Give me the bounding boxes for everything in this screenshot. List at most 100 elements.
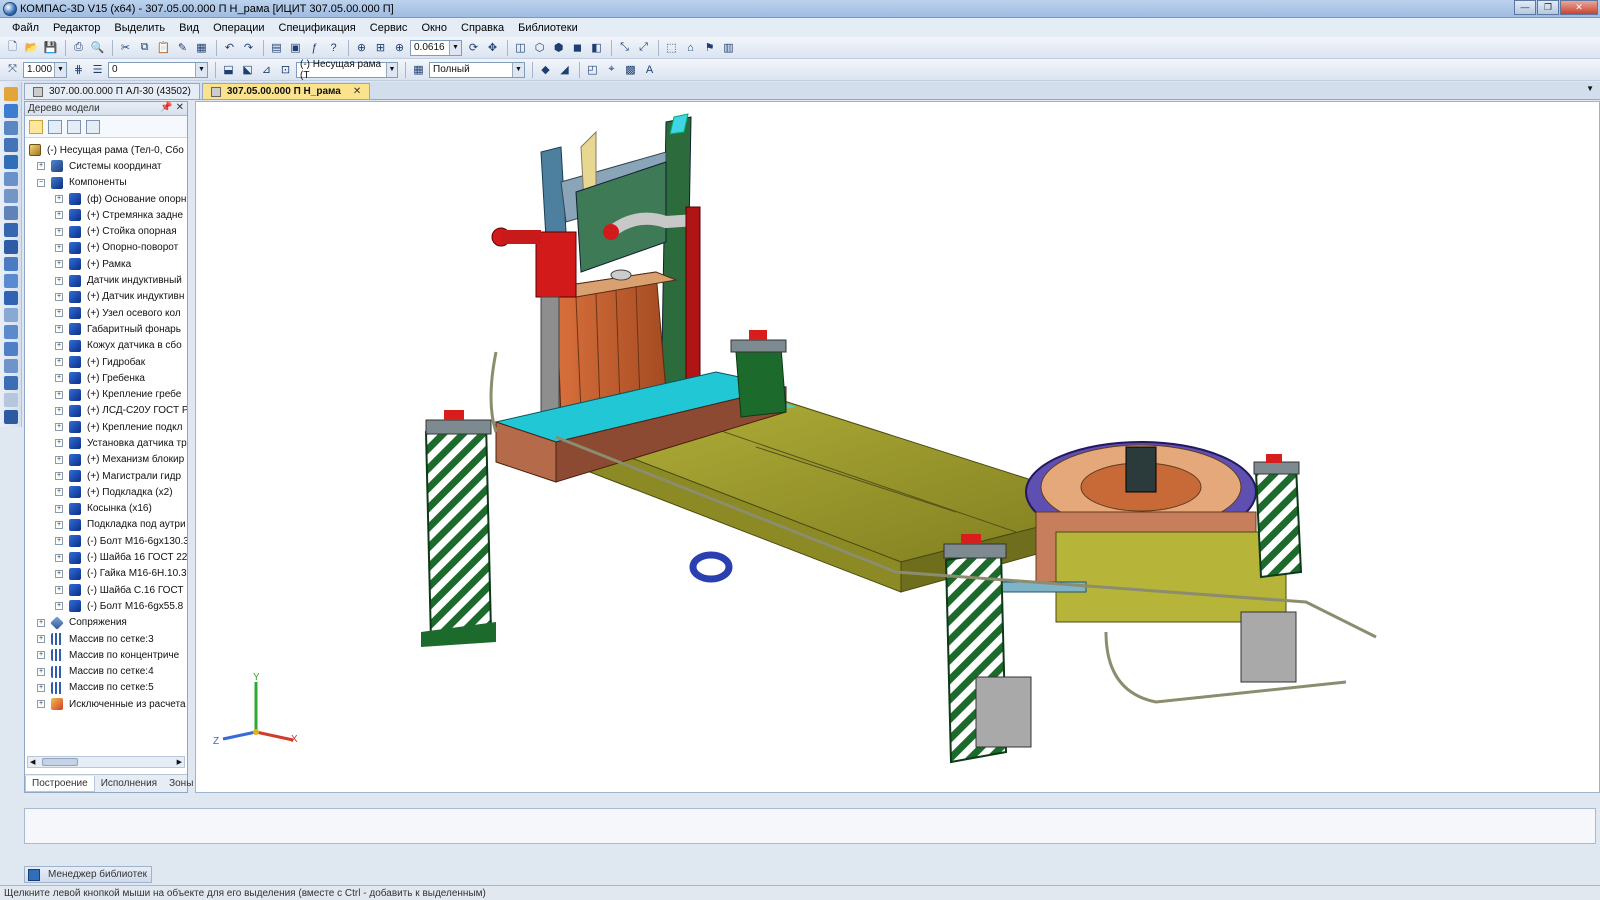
menu-help[interactable]: Справка: [461, 22, 504, 34]
tree-item[interactable]: + Подкладка под аутри: [25, 517, 187, 533]
expand-icon[interactable]: +: [55, 602, 63, 611]
expand-icon[interactable]: +: [55, 243, 63, 252]
diagnostics-icon[interactable]: [3, 206, 18, 220]
reports-icon[interactable]: [3, 257, 18, 271]
display-mode-combo[interactable]: Полный ▼: [429, 61, 525, 78]
perspective-icon[interactable]: ⤡: [616, 39, 633, 56]
expand-icon[interactable]: +: [55, 276, 63, 285]
expand-icon[interactable]: +: [55, 423, 63, 432]
preview-icon[interactable]: 🔍: [89, 39, 106, 56]
tree-item[interactable]: + (-) Шайба С.16 ГОСТ: [25, 582, 187, 598]
zoom-fit-icon[interactable]: ⊞: [372, 39, 389, 56]
show-history-icon[interactable]: [86, 119, 100, 134]
layer-icon[interactable]: ☰: [89, 61, 106, 78]
menu-view[interactable]: Вид: [179, 22, 199, 34]
kompas-app-icon[interactable]: [3, 1, 17, 16]
3d-viewport[interactable]: Y X Z: [195, 101, 1600, 793]
expand-icon[interactable]: +: [55, 406, 63, 415]
paste-icon[interactable]: 📋: [155, 39, 172, 56]
pan-icon[interactable]: ✥: [484, 39, 501, 56]
expand-icon[interactable]: +: [55, 439, 63, 448]
zoom-window-icon[interactable]: ⊕: [353, 39, 370, 56]
open-icon[interactable]: 📂: [23, 39, 40, 56]
expand-icon[interactable]: +: [37, 162, 45, 171]
expand-icon[interactable]: +: [37, 618, 45, 627]
tree-item[interactable]: + (+) Датчик индуктивн: [25, 289, 187, 305]
scale-icon[interactable]: ⤧: [4, 61, 21, 78]
tree-item[interactable]: + Установка датчика тр: [25, 435, 187, 451]
tree-item[interactable]: + (-) Болт М16-6gx55.8: [25, 598, 187, 614]
close-panel-icon[interactable]: ✕: [176, 102, 184, 113]
layer-combo[interactable]: 0 ▼: [108, 61, 208, 78]
tree-item[interactable]: + (+) Подкладка (x2): [25, 484, 187, 500]
tree-item[interactable]: + (+) Крепление гребе: [25, 386, 187, 402]
properties-panel[interactable]: [24, 808, 1596, 844]
surfaces-icon[interactable]: [3, 138, 18, 152]
mirror-icon[interactable]: [3, 393, 18, 407]
tree-item[interactable]: + (+) Стойка опорная: [25, 223, 187, 239]
menu-specification[interactable]: Спецификация: [279, 22, 356, 34]
menu-edit[interactable]: Редактор: [53, 22, 100, 34]
tree-item[interactable]: + (-) Гайка М16-6Н.10.3: [25, 566, 187, 582]
expand-icon[interactable]: +: [55, 374, 63, 383]
tree-item[interactable]: + (-) Болт М16-6gx130.3: [25, 533, 187, 549]
tabs-dropdown-icon[interactable]: ▼: [1586, 84, 1594, 93]
tab-construction[interactable]: Построение: [25, 775, 95, 792]
expand-icon[interactable]: +: [55, 211, 63, 220]
table-icon[interactable]: ▦: [193, 39, 210, 56]
edit-component-icon[interactable]: ⊡: [277, 61, 294, 78]
report-icon[interactable]: ▥: [720, 39, 737, 56]
expand-icon[interactable]: +: [55, 569, 63, 578]
frame-model-render[interactable]: [196, 102, 1600, 793]
tree-item[interactable]: + Исключенные из расчета: [25, 696, 187, 712]
expand-icon[interactable]: +: [55, 341, 63, 350]
orientation-icon[interactable]: ⬓: [220, 61, 237, 78]
menu-libraries[interactable]: Библиотеки: [518, 22, 578, 34]
menu-operations[interactable]: Операции: [213, 22, 264, 34]
minimize-button[interactable]: —: [1514, 0, 1536, 15]
expand-icon[interactable]: +: [55, 455, 63, 464]
expand-icon[interactable]: +: [37, 667, 45, 676]
view-iso-icon[interactable]: ⬡: [531, 39, 548, 56]
tree-item[interactable]: + Системы координат: [25, 158, 187, 174]
expand-icon[interactable]: +: [55, 325, 63, 334]
tree-item[interactable]: + (+) Крепление подкл: [25, 419, 187, 435]
color-icon[interactable]: ◢: [556, 61, 573, 78]
tree-item[interactable]: + (+) Магистрали гидр: [25, 468, 187, 484]
tree-item[interactable]: + Массив по сетке:5: [25, 680, 187, 696]
tree-item[interactable]: + (+) ЛСД-С20У ГОСТ Р: [25, 403, 187, 419]
tree-item[interactable]: + (-) Шайба 16 ГОСТ 22: [25, 549, 187, 565]
scroll-left-icon[interactable]: ◀: [30, 758, 35, 766]
tree-mode-icon[interactable]: [48, 119, 62, 134]
grid-array-icon[interactable]: [3, 308, 18, 322]
expand-icon[interactable]: +: [55, 309, 63, 318]
tree-item[interactable]: + Габаритный фонарь: [25, 321, 187, 337]
expand-icon[interactable]: +: [55, 504, 63, 513]
expand-icon[interactable]: +: [55, 520, 63, 529]
chevron-down-icon[interactable]: ▼: [449, 40, 461, 55]
grid-snap-icon[interactable]: ⋕: [70, 61, 87, 78]
help-cursor-icon[interactable]: ?: [325, 39, 342, 56]
tab-variants[interactable]: Исполнения: [95, 778, 163, 789]
zoom-in-icon[interactable]: ⊕: [391, 39, 408, 56]
insert-component-icon[interactable]: ⌂: [682, 39, 699, 56]
text-style-icon[interactable]: A: [641, 61, 658, 78]
tree-item[interactable]: + (+) Рамка: [25, 256, 187, 272]
scroll-right-icon[interactable]: ▶: [177, 758, 182, 766]
chevron-down-icon[interactable]: ▼: [54, 62, 66, 77]
tree-root[interactable]: (-) Несущая рама (Тел-0, Сбо: [25, 142, 187, 158]
display-mode-icon[interactable]: ▦: [410, 61, 427, 78]
assembly-combo[interactable]: (-) Несущая рама (Т ▼: [296, 59, 398, 81]
view-front-icon[interactable]: ◫: [512, 39, 529, 56]
model-tree-icon[interactable]: ▤: [268, 39, 285, 56]
filters-icon[interactable]: [3, 223, 18, 237]
menu-select[interactable]: Выделить: [114, 22, 165, 34]
print-icon[interactable]: ⎙: [70, 39, 87, 56]
tree-item[interactable]: + Массив по концентриче: [25, 647, 187, 663]
tree-item[interactable]: + (ф) Основание опорн: [25, 191, 187, 207]
hidden-lines-icon[interactable]: ◰: [584, 61, 601, 78]
hose-loop[interactable]: [689, 551, 733, 583]
expand-icon[interactable]: +: [55, 390, 63, 399]
expand-icon[interactable]: +: [55, 260, 63, 269]
tab-frame[interactable]: 307.05.00.000 П Н_рама ✕: [201, 83, 371, 99]
